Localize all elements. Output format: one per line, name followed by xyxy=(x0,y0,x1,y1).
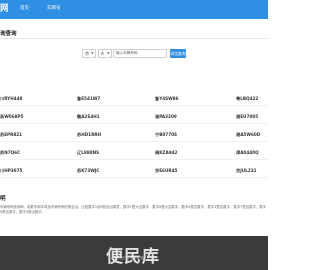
plate-link[interactable]: 川HP3075 xyxy=(0,168,22,173)
row-divider xyxy=(0,177,268,178)
province-select[interactable]: 京 ▼ xyxy=(82,49,96,58)
plate-link[interactable]: 鲁Y4SW86 xyxy=(155,96,179,101)
site-logo[interactable]: 网 xyxy=(0,3,8,15)
chevron-down-icon: ▼ xyxy=(91,51,94,55)
row-divider xyxy=(0,141,268,142)
plate-link[interactable]: 京E6UR45 xyxy=(155,168,177,173)
search-bar: 京 ▼ A ▼ 输入车牌号码 浏览查询 xyxy=(0,49,268,59)
plate-link[interactable]: 宁B0770S xyxy=(155,132,177,137)
plate-link[interactable]: 湘EU7085 xyxy=(236,114,258,119)
page-title: 询查询 xyxy=(0,31,17,37)
description-text: 车辆号码查询网，用数字和字母及车辆号码的测吉凶，比如数字1到9的吉凶寓意，数字1… xyxy=(0,205,267,214)
plate-link[interactable]: 苏N7Q6C xyxy=(0,150,20,155)
letter-select[interactable]: A ▼ xyxy=(98,49,112,58)
plate-link[interactable]: 辽L888NS xyxy=(77,150,99,155)
section-title: 明 xyxy=(0,196,6,202)
nav-plate-link[interactable]: 车牌号 xyxy=(47,6,61,12)
plate-number-input[interactable]: 输入车牌号码 xyxy=(113,49,167,58)
plate-link[interactable]: 苏K73WJC xyxy=(77,168,100,173)
plate-link[interactable]: 粤LBQ422 xyxy=(236,96,258,101)
plate-link[interactable]: 鲁E541W7 xyxy=(77,96,100,101)
plate-link[interactable]: 苏HD1RRH xyxy=(77,132,101,137)
watermark-logo: 便民库 xyxy=(106,247,160,267)
query-button[interactable]: 浏览查询 xyxy=(170,49,186,58)
title-divider xyxy=(0,38,268,39)
nav-home-link[interactable]: 首页 xyxy=(20,6,29,12)
plate-link[interactable]: 湘A5W60D xyxy=(236,132,260,137)
plate-link[interactable]: 京JUL231 xyxy=(236,168,257,173)
plate-link[interactable]: 川RYH448 xyxy=(0,96,22,101)
row-divider xyxy=(0,159,268,160)
letter-select-value: A xyxy=(101,51,104,56)
chevron-down-icon: ▼ xyxy=(107,51,110,55)
top-navbar: 网 首页 车牌号 xyxy=(0,0,268,19)
plate-link[interactable]: 闽KZA942 xyxy=(155,150,177,155)
row-divider xyxy=(0,123,268,124)
plate-link[interactable]: 渝PA3209 xyxy=(155,114,177,119)
plate-link[interactable]: 赣A2S4H1 xyxy=(77,114,100,119)
province-select-value: 京 xyxy=(85,51,89,56)
row-divider xyxy=(0,105,268,106)
plate-link[interactable]: 津A0440Q xyxy=(236,150,259,155)
plate-link[interactable]: 苏EPR821 xyxy=(0,132,22,137)
plate-link[interactable]: 浙W068P5 xyxy=(0,114,24,119)
